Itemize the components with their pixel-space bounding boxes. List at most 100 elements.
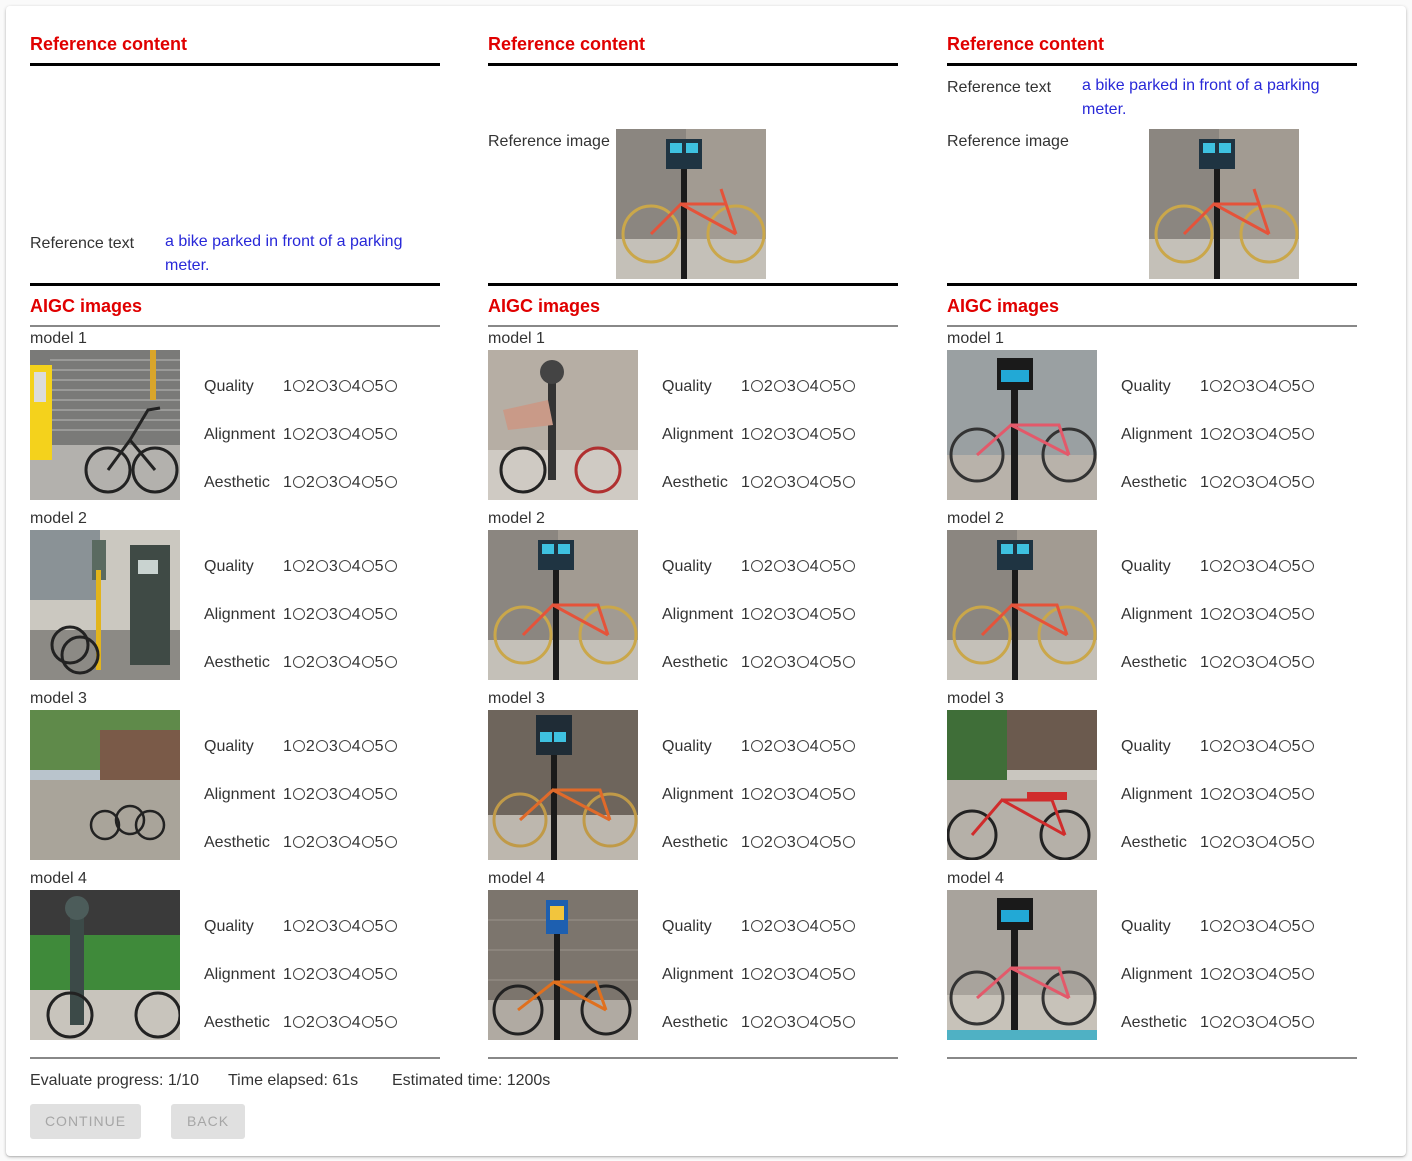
radio-button[interactable]: [819, 920, 832, 932]
radio-button[interactable]: [773, 476, 786, 488]
radio-button[interactable]: [338, 968, 351, 980]
radio-button[interactable]: [773, 1016, 786, 1028]
radio-button[interactable]: [338, 740, 351, 752]
radio-button[interactable]: [1255, 740, 1268, 752]
radio-button[interactable]: [1301, 920, 1314, 932]
radio-button[interactable]: [750, 968, 763, 980]
rating-option[interactable]: 2: [1223, 738, 1245, 756]
radio-button[interactable]: [1301, 968, 1314, 980]
rating-option[interactable]: 1: [1200, 474, 1222, 492]
rating-option[interactable]: 1: [283, 834, 305, 852]
rating-option[interactable]: 5: [1292, 378, 1314, 396]
radio-button[interactable]: [315, 380, 328, 392]
radio-button[interactable]: [1232, 740, 1245, 752]
radio-button[interactable]: [361, 476, 374, 488]
rating-option[interactable]: 1: [741, 426, 763, 444]
rating-option[interactable]: 4: [352, 834, 374, 852]
rating-option[interactable]: 1: [1200, 426, 1222, 444]
rating-option[interactable]: 2: [764, 558, 786, 576]
radio-button[interactable]: [315, 560, 328, 572]
rating-option[interactable]: 3: [787, 966, 809, 984]
rating-option[interactable]: 5: [375, 654, 397, 672]
rating-option[interactable]: 2: [764, 606, 786, 624]
rating-option[interactable]: 3: [1246, 966, 1268, 984]
rating-option[interactable]: 3: [329, 426, 351, 444]
rating-option[interactable]: 2: [306, 738, 328, 756]
rating-option[interactable]: 4: [1269, 918, 1291, 936]
radio-button[interactable]: [750, 608, 763, 620]
rating-option[interactable]: 1: [283, 1014, 305, 1032]
rating-option[interactable]: 4: [1269, 558, 1291, 576]
radio-button[interactable]: [361, 968, 374, 980]
rating-option[interactable]: 2: [764, 738, 786, 756]
rating-option[interactable]: 2: [1223, 918, 1245, 936]
rating-option[interactable]: 5: [375, 738, 397, 756]
rating-option[interactable]: 3: [787, 474, 809, 492]
rating-option[interactable]: 1: [741, 966, 763, 984]
radio-button[interactable]: [750, 836, 763, 848]
rating-option[interactable]: 3: [1246, 426, 1268, 444]
radio-button[interactable]: [842, 656, 855, 668]
rating-option[interactable]: 4: [352, 1014, 374, 1032]
rating-option[interactable]: 2: [306, 918, 328, 936]
radio-button[interactable]: [384, 656, 397, 668]
rating-option[interactable]: 3: [329, 654, 351, 672]
rating-option[interactable]: 5: [833, 474, 855, 492]
rating-option[interactable]: 1: [283, 738, 305, 756]
radio-button[interactable]: [819, 476, 832, 488]
radio-button[interactable]: [819, 428, 832, 440]
radio-button[interactable]: [1232, 836, 1245, 848]
radio-button[interactable]: [819, 656, 832, 668]
rating-option[interactable]: 3: [329, 474, 351, 492]
radio-button[interactable]: [338, 428, 351, 440]
rating-option[interactable]: 3: [329, 558, 351, 576]
radio-button[interactable]: [292, 380, 305, 392]
rating-option[interactable]: 3: [1246, 654, 1268, 672]
rating-option[interactable]: 1: [283, 378, 305, 396]
rating-option[interactable]: 4: [1269, 966, 1291, 984]
radio-button[interactable]: [1278, 428, 1291, 440]
radio-button[interactable]: [819, 380, 832, 392]
radio-button[interactable]: [361, 656, 374, 668]
radio-button[interactable]: [292, 1016, 305, 1028]
radio-button[interactable]: [750, 380, 763, 392]
radio-button[interactable]: [842, 920, 855, 932]
radio-button[interactable]: [361, 920, 374, 932]
rating-option[interactable]: 3: [1246, 834, 1268, 852]
radio-button[interactable]: [796, 836, 809, 848]
rating-option[interactable]: 2: [1223, 966, 1245, 984]
rating-option[interactable]: 3: [787, 426, 809, 444]
radio-button[interactable]: [338, 608, 351, 620]
radio-button[interactable]: [1278, 656, 1291, 668]
radio-button[interactable]: [1255, 1016, 1268, 1028]
radio-button[interactable]: [750, 1016, 763, 1028]
rating-option[interactable]: 2: [764, 1014, 786, 1032]
radio-button[interactable]: [384, 1016, 397, 1028]
rating-option[interactable]: 4: [810, 474, 832, 492]
rating-option[interactable]: 1: [741, 1014, 763, 1032]
radio-button[interactable]: [842, 608, 855, 620]
rating-option[interactable]: 4: [1269, 606, 1291, 624]
radio-button[interactable]: [796, 608, 809, 620]
radio-button[interactable]: [1278, 608, 1291, 620]
radio-button[interactable]: [1255, 968, 1268, 980]
radio-button[interactable]: [1232, 788, 1245, 800]
radio-button[interactable]: [384, 608, 397, 620]
rating-option[interactable]: 2: [764, 378, 786, 396]
radio-button[interactable]: [384, 428, 397, 440]
rating-option[interactable]: 5: [833, 786, 855, 804]
radio-button[interactable]: [315, 788, 328, 800]
radio-button[interactable]: [773, 920, 786, 932]
rating-option[interactable]: 2: [306, 654, 328, 672]
rating-option[interactable]: 4: [352, 786, 374, 804]
radio-button[interactable]: [384, 920, 397, 932]
radio-button[interactable]: [796, 1016, 809, 1028]
rating-option[interactable]: 1: [1200, 378, 1222, 396]
radio-button[interactable]: [384, 560, 397, 572]
radio-button[interactable]: [338, 476, 351, 488]
radio-button[interactable]: [384, 476, 397, 488]
radio-button[interactable]: [1232, 608, 1245, 620]
radio-button[interactable]: [819, 968, 832, 980]
radio-button[interactable]: [773, 428, 786, 440]
rating-option[interactable]: 5: [1292, 654, 1314, 672]
